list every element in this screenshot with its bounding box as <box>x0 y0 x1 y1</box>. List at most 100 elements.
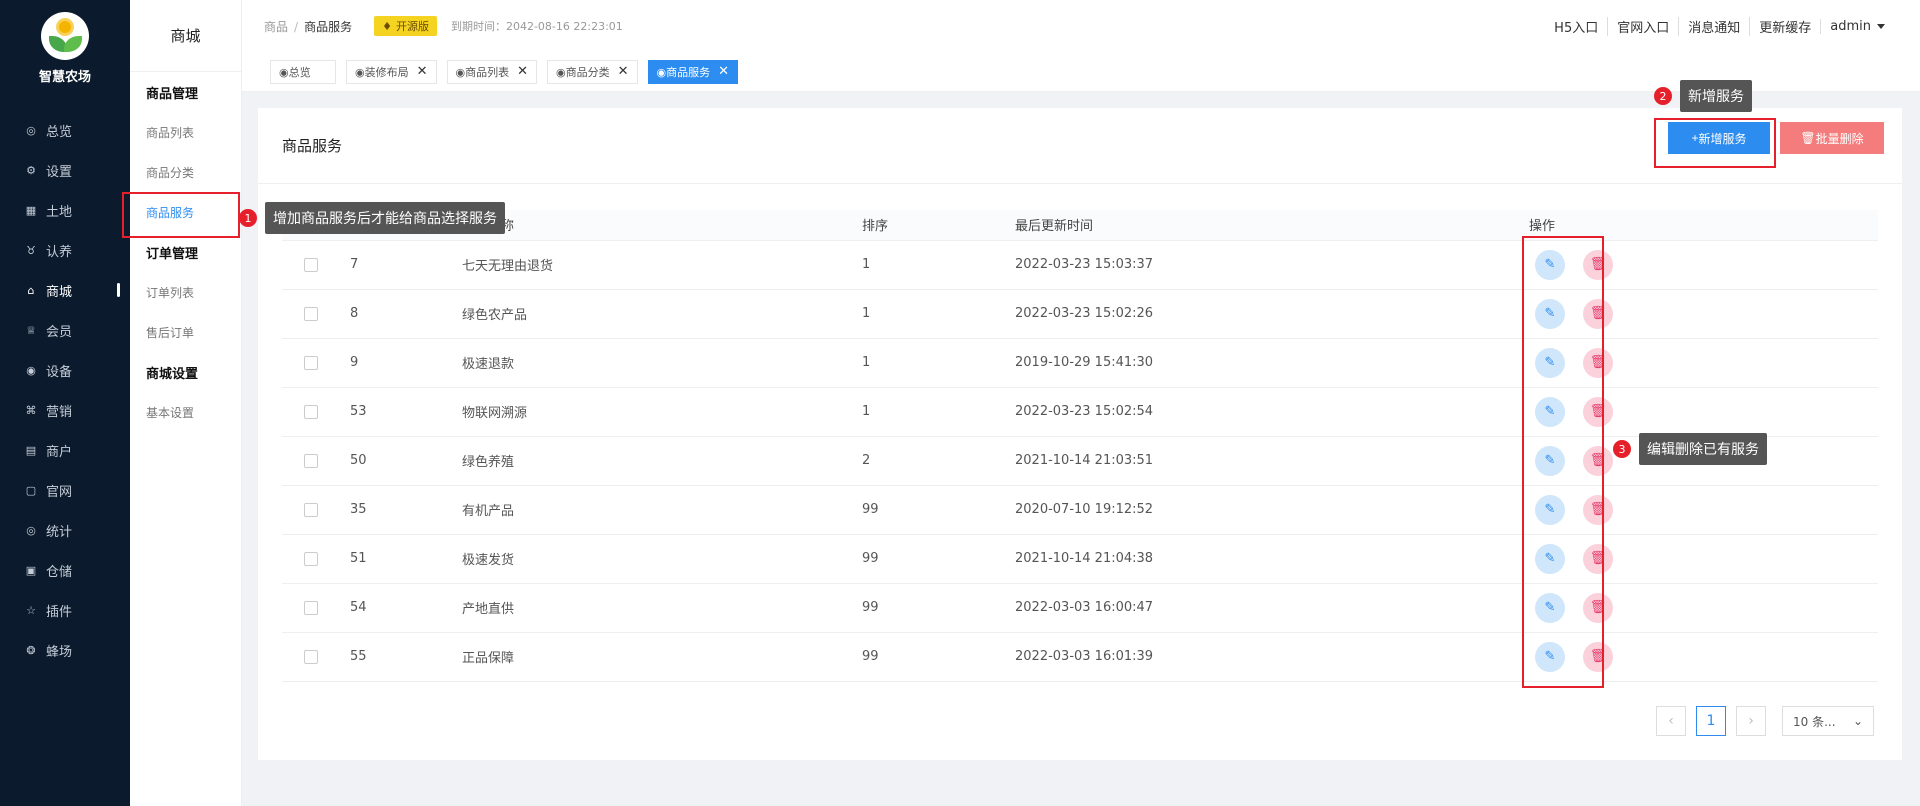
breadcrumb-current: 商品服务 <box>304 19 353 34</box>
add-service-button[interactable]: + 新增服务 <box>1668 122 1770 154</box>
submenu-item-0-1[interactable]: 商品分类 <box>130 152 241 192</box>
close-icon[interactable]: ✕ <box>718 64 729 79</box>
cell-id: 50 <box>350 436 462 486</box>
cell-actions: ✎ 🗑 <box>1529 534 1878 584</box>
chevron-down-icon: ⌄ <box>1852 714 1863 728</box>
refresh-cache-link[interactable]: 更新缓存 <box>1749 16 1820 36</box>
brand-logo[interactable]: 智慧农场 <box>0 0 130 96</box>
page-title: 商品服务 <box>282 137 343 155</box>
nav-item-label: 设备 <box>46 364 73 380</box>
nav-item-13[interactable]: ❂ 蜂场 <box>0 630 130 670</box>
nav-item-9[interactable]: ▢ 官网 <box>0 470 130 510</box>
edit-button[interactable]: ✎ <box>1535 543 1565 574</box>
device-icon: ◉ <box>26 363 36 377</box>
brand-name: 智慧农场 <box>38 69 91 85</box>
submenu-item-1-1[interactable]: 售后订单 <box>130 312 241 352</box>
row-checkbox[interactable] <box>304 355 318 370</box>
row-checkbox[interactable] <box>304 551 318 566</box>
cell-sort: 1 <box>862 338 1015 388</box>
row-checkbox[interactable] <box>304 600 318 615</box>
column-header-name: 服务名称 <box>462 210 862 241</box>
h5-link[interactable]: H5入口 <box>1545 17 1607 36</box>
edit-button[interactable]: ✎ <box>1535 249 1565 280</box>
stats-icon: ◎ <box>26 523 36 537</box>
cell-name: 正品保障 <box>462 632 862 682</box>
cell-time: 2019-10-29 15:41:30 <box>1015 338 1529 388</box>
delete-button[interactable]: 🗑 <box>1583 396 1613 427</box>
delete-button[interactable]: 🗑 <box>1583 445 1613 476</box>
submenu-item-1-0[interactable]: 订单列表 <box>130 272 241 312</box>
delete-button[interactable]: 🗑 <box>1583 641 1613 672</box>
nav-item-6[interactable]: ◉ 设备 <box>0 350 130 390</box>
notifications-link[interactable]: 消息通知 <box>1678 16 1749 36</box>
nav-item-2[interactable]: ▦ 土地 <box>0 190 130 230</box>
nav-item-12[interactable]: ☆ 插件 <box>0 590 130 630</box>
row-checkbox[interactable] <box>304 306 318 321</box>
tab-0[interactable]: ◉总览 <box>270 59 336 84</box>
nav-item-10[interactable]: ◎ 统计 <box>0 510 130 550</box>
delete-button[interactable]: 🗑 <box>1583 298 1613 329</box>
close-icon[interactable]: ✕ <box>417 64 428 79</box>
edit-button[interactable]: ✎ <box>1535 592 1565 623</box>
breadcrumb-root[interactable]: 商品 <box>264 20 288 34</box>
expire-time: 到期时间：2042-08-16 22:23:01 <box>450 20 623 33</box>
delete-button[interactable]: 🗑 <box>1583 494 1613 525</box>
cell-name: 极速退款 <box>462 338 862 388</box>
storage-icon: ▣ <box>25 563 37 577</box>
table-row: 53 物联网溯源 1 2022-03-23 15:02:54 ✎ 🗑 <box>282 387 1878 437</box>
edit-button[interactable]: ✎ <box>1535 347 1565 378</box>
nav-item-11[interactable]: ▣ 仓储 <box>0 550 130 590</box>
plugin-icon: ☆ <box>26 603 36 617</box>
cell-sort: 99 <box>862 583 1015 633</box>
nav-item-1[interactable]: ⚙ 设置 <box>0 150 130 190</box>
row-checkbox[interactable] <box>304 453 318 468</box>
edit-button[interactable]: ✎ <box>1535 298 1565 329</box>
submenu-item-2-0[interactable]: 基本设置 <box>130 392 241 432</box>
nav-item-4[interactable]: ⌂ 商城 <box>0 270 130 310</box>
delete-button[interactable]: 🗑 <box>1583 592 1613 623</box>
close-icon[interactable]: ✕ <box>618 64 629 79</box>
row-checkbox[interactable] <box>304 404 318 419</box>
batch-delete-button[interactable]: 🗑 批量删除 <box>1780 122 1884 154</box>
website-link[interactable]: 官网入口 <box>1607 16 1678 36</box>
edit-button[interactable]: ✎ <box>1535 641 1565 672</box>
user-menu[interactable]: admin <box>1820 18 1894 34</box>
nav-item-3[interactable]: ♉ 认养 <box>0 230 130 270</box>
delete-button[interactable]: 🗑 <box>1583 249 1613 280</box>
annotation-3-number: 3 <box>1613 440 1631 458</box>
nav-item-5[interactable]: ♕ 会员 <box>0 310 130 350</box>
cell-name: 绿色养殖 <box>462 436 862 486</box>
nav-item-7[interactable]: ⌘ 营销 <box>0 390 130 430</box>
cell-id: 55 <box>350 632 462 682</box>
prev-page-button[interactable]: ‹ <box>1656 706 1686 736</box>
close-icon[interactable]: ✕ <box>517 64 528 79</box>
edit-button[interactable]: ✎ <box>1535 396 1565 427</box>
row-checkbox[interactable] <box>304 502 318 517</box>
cell-actions: ✎ 🗑 <box>1529 289 1878 339</box>
page-size-select[interactable]: 10 条... ⌄ <box>1782 706 1874 736</box>
nav-item-label: 官网 <box>46 484 73 500</box>
submenu-item-0-2[interactable]: 商品服务 <box>130 192 241 232</box>
nav-item-label: 统计 <box>46 524 73 540</box>
pagination: ‹ 1 › 10 条... ⌄ <box>1656 706 1874 736</box>
trash-icon: 🗑 <box>1800 131 1816 145</box>
tab-4[interactable]: ◉商品服务 ✕ <box>647 59 739 84</box>
page-number[interactable]: 1 <box>1696 706 1726 736</box>
cell-time: 2022-03-03 16:00:47 <box>1015 583 1529 633</box>
column-header-time: 最后更新时间 <box>1015 210 1529 241</box>
delete-button[interactable]: 🗑 <box>1583 543 1613 574</box>
edit-button[interactable]: ✎ <box>1535 445 1565 476</box>
tab-1[interactable]: ◉装修布局 ✕ <box>346 59 437 84</box>
edit-button[interactable]: ✎ <box>1535 494 1565 525</box>
table-row: 55 正品保障 99 2022-03-03 16:01:39 ✎ 🗑 <box>282 632 1878 682</box>
nav-item-0[interactable]: ◎ 总览 <box>0 110 130 150</box>
row-checkbox[interactable] <box>304 257 318 272</box>
submenu-item-0-0[interactable]: 商品列表 <box>130 112 241 152</box>
row-checkbox[interactable] <box>304 649 318 664</box>
adopt-icon: ♉ <box>26 243 36 257</box>
next-page-button[interactable]: › <box>1736 706 1766 736</box>
nav-item-8[interactable]: ▤ 商户 <box>0 430 130 470</box>
delete-button[interactable]: 🗑 <box>1583 347 1613 378</box>
tab-3[interactable]: ◉商品分类 ✕ <box>547 59 638 84</box>
tab-2[interactable]: ◉商品列表 ✕ <box>446 59 538 84</box>
